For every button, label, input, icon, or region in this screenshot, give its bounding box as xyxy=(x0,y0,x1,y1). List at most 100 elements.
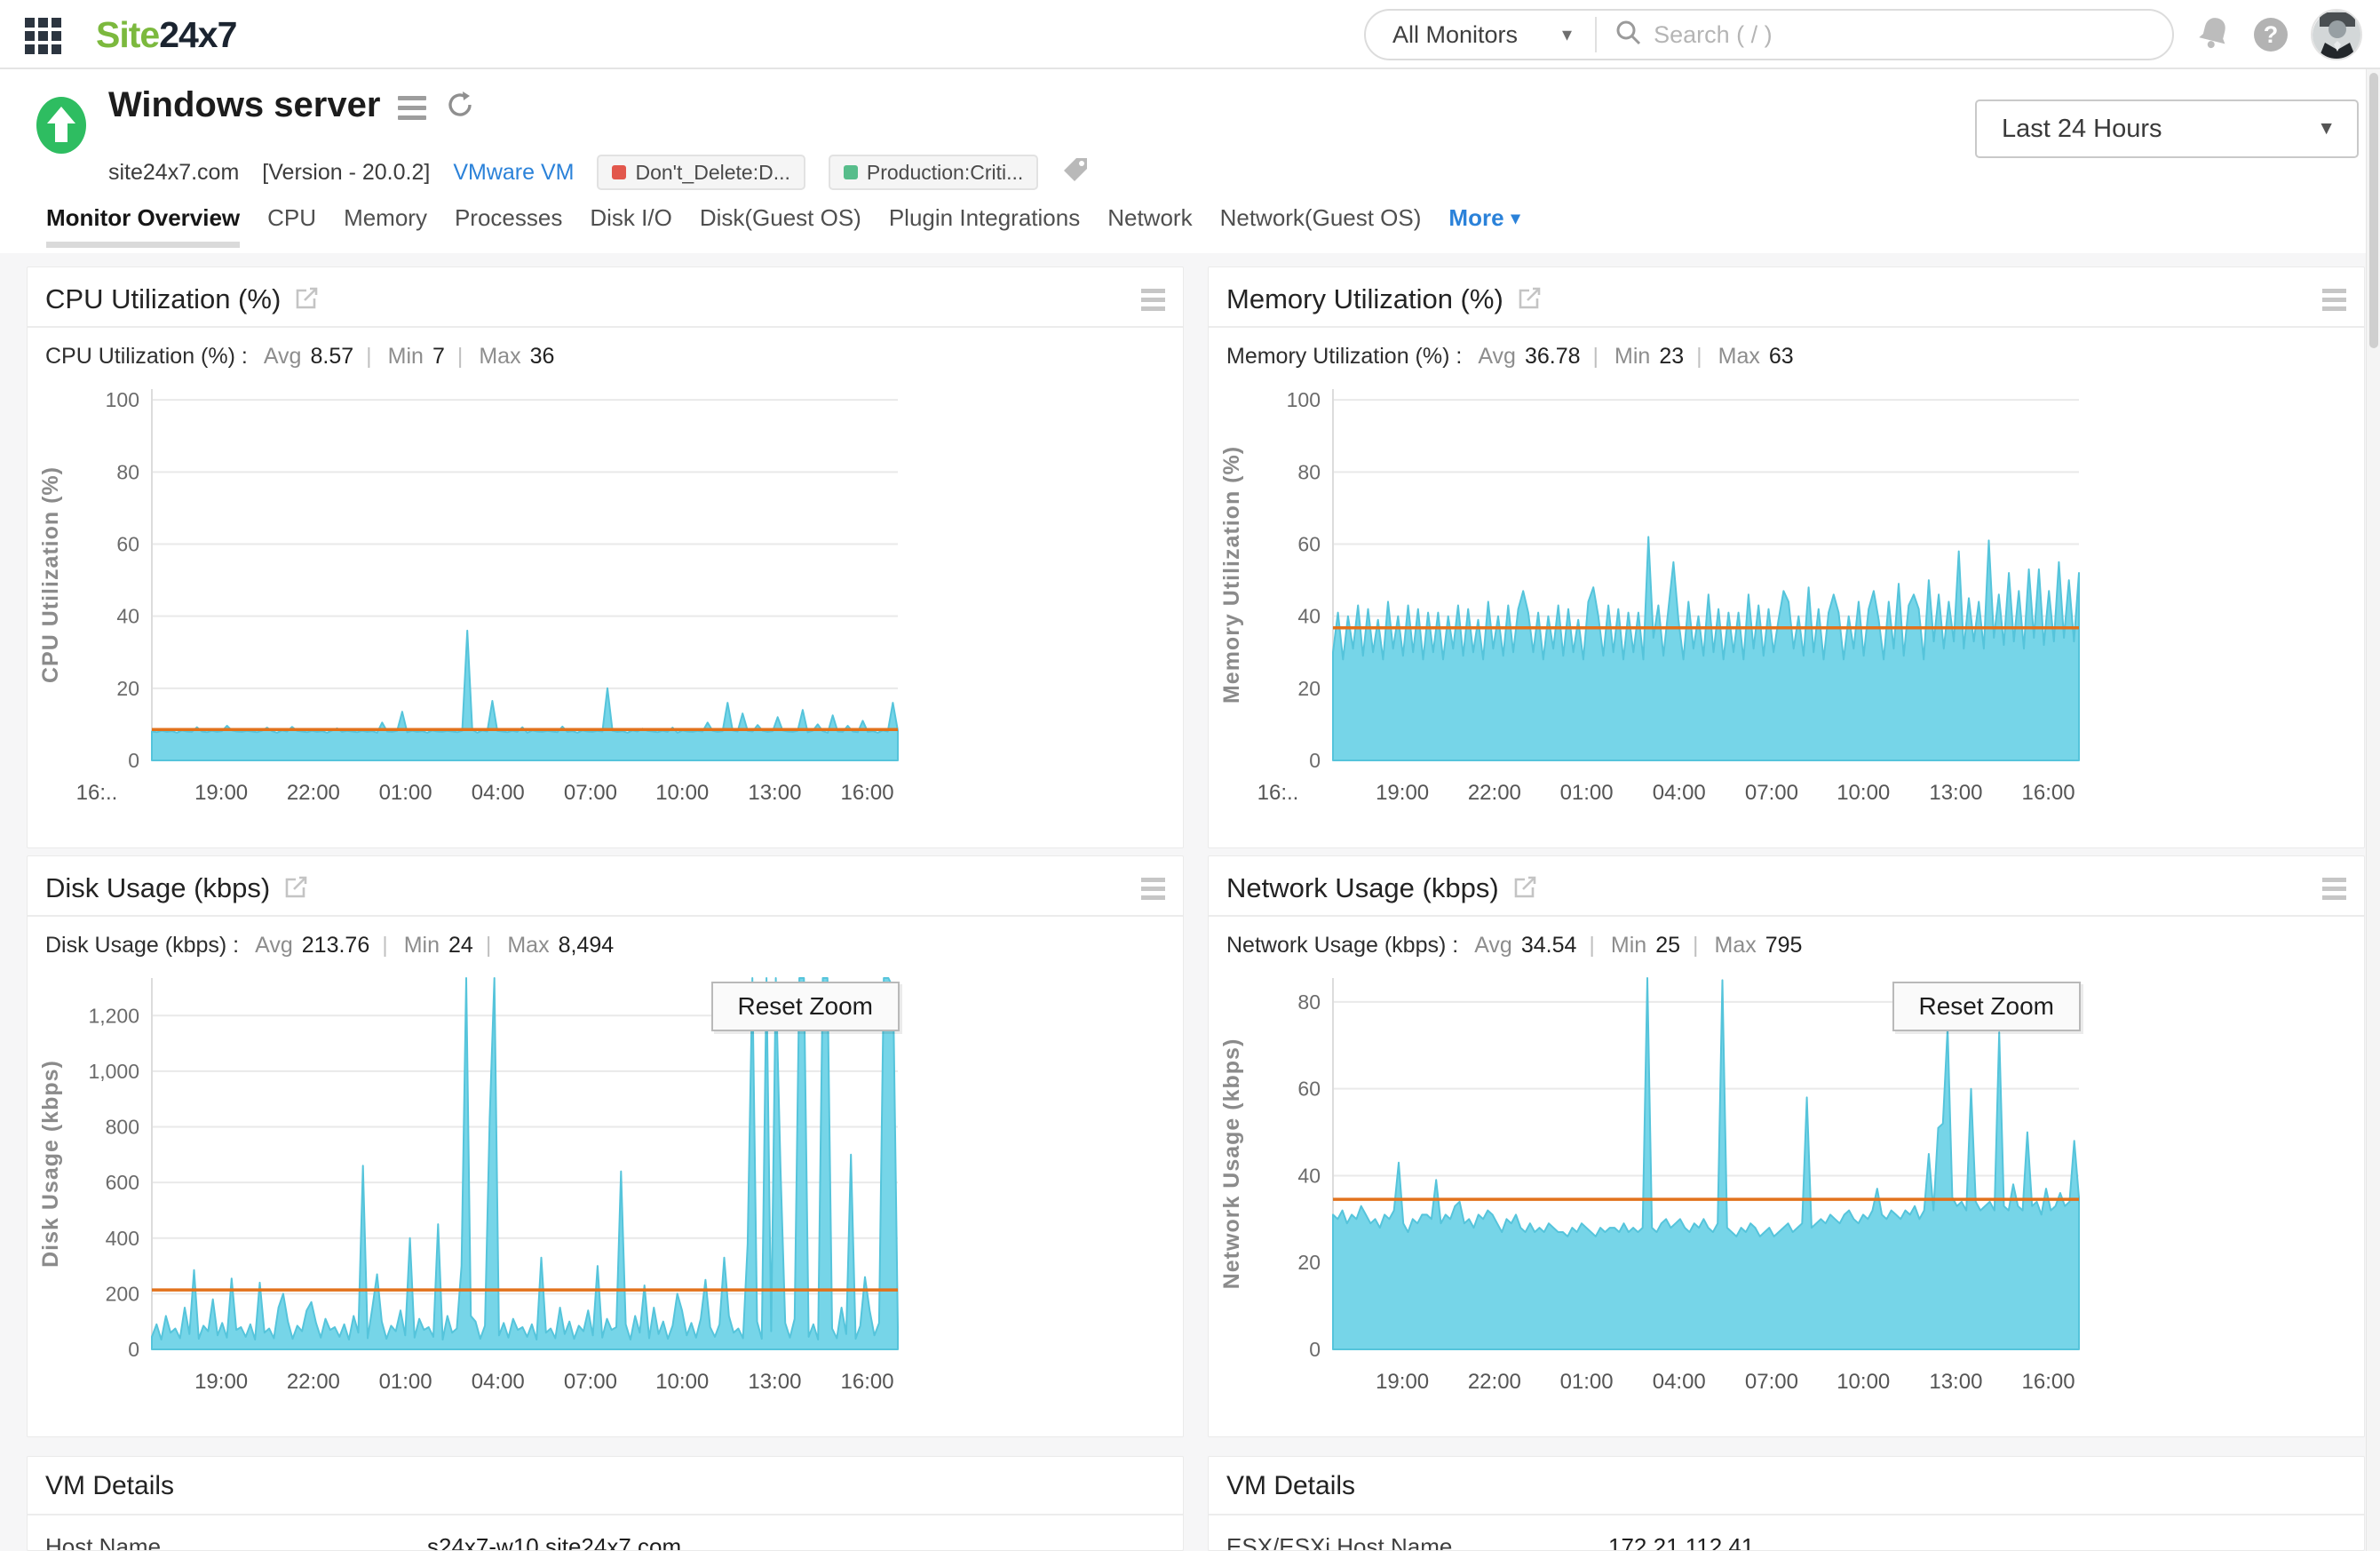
tag-label: Don't_Delete:D... xyxy=(635,160,790,184)
svg-text:10:00: 10:00 xyxy=(1837,1370,1890,1394)
tab-plugin-integrations[interactable]: Plugin Integrations xyxy=(889,204,1080,235)
panel-menu-icon[interactable] xyxy=(1141,288,1165,311)
panel-title: CPU Utilization (%) xyxy=(45,283,282,314)
time-range-select[interactable]: Last 24 Hours ▼ xyxy=(1975,99,2359,158)
max-label: Max xyxy=(1718,344,1760,369)
svg-text:07:00: 07:00 xyxy=(564,781,617,805)
svg-text:13:00: 13:00 xyxy=(748,1370,801,1394)
chevron-down-icon: ▼ xyxy=(2317,118,2336,139)
svg-text:16:..: 16:.. xyxy=(1257,781,1299,805)
logo-text-24x7: 24x7 xyxy=(159,14,237,55)
max-label: Max xyxy=(1714,933,1757,958)
monitor-menu-icon[interactable] xyxy=(398,91,427,120)
apps-grid-icon[interactable] xyxy=(25,18,61,54)
reset-zoom-button[interactable]: Reset Zoom xyxy=(1892,982,2081,1031)
tag-color-green xyxy=(843,165,858,179)
svg-text:19:00: 19:00 xyxy=(1376,781,1429,805)
user-avatar[interactable] xyxy=(2311,9,2362,60)
chart-edit-icon[interactable] xyxy=(1513,874,1538,903)
vm-details-title: VM Details xyxy=(45,1471,175,1500)
vm-row-value: 172.21.112.41 xyxy=(1608,1533,1755,1551)
svg-text:04:00: 04:00 xyxy=(1653,1370,1706,1394)
refresh-icon[interactable] xyxy=(444,85,476,125)
svg-text:16:..: 16:.. xyxy=(76,781,118,805)
tab-disk-guest-os[interactable]: Disk(Guest OS) xyxy=(700,204,861,235)
avg-value: 8.57 xyxy=(310,344,354,369)
tab-more[interactable]: More ▾ xyxy=(1448,204,1519,235)
tab-monitor-overview[interactable]: Monitor Overview xyxy=(46,204,241,248)
vm-row-label: Host Name xyxy=(45,1533,162,1551)
network-stats: Network Usage (kbps) : Avg 34.54 | Min 2… xyxy=(1209,917,2364,962)
chart-edit-icon[interactable] xyxy=(1518,285,1543,314)
chart-edit-icon[interactable] xyxy=(295,285,320,314)
tab-processes[interactable]: Processes xyxy=(455,204,562,235)
panel-menu-icon[interactable] xyxy=(2322,288,2346,311)
page-scrollbar[interactable] xyxy=(2366,69,2380,1551)
disk-usage-chart[interactable]: 0 200 400 600 800 1,000 1,200 19:00 22:00 01:00 04… xyxy=(28,966,907,1428)
svg-text:01:00: 01:00 xyxy=(1560,781,1614,805)
panel-menu-icon[interactable] xyxy=(1141,877,1165,900)
svg-text:10:00: 10:00 xyxy=(1837,781,1890,805)
memory-utilization-chart[interactable]: 0 20 40 60 80 100 16:.. 19:00 22:00 01:00 04:00 07:… xyxy=(1209,377,2088,839)
tag-icon[interactable] xyxy=(1061,155,1090,190)
svg-text:Network Usage (kbps): Network Usage (kbps) xyxy=(1219,1038,1244,1290)
stat-label: CPU Utilization (%) : xyxy=(45,344,248,369)
vmware-vm-link[interactable]: VMware VM xyxy=(453,160,574,186)
vm-row-value: s24x7-w10.site24x7.com xyxy=(427,1533,682,1551)
tag-chip-production[interactable]: Production:Criti... xyxy=(828,155,1039,190)
nav-right-cluster: All Monitors ▾ ? xyxy=(1364,0,2362,69)
chart-edit-icon[interactable] xyxy=(284,874,309,903)
svg-text:13:00: 13:00 xyxy=(748,781,801,805)
monitor-tabs: Monitor Overview CPU Memory Processes Di… xyxy=(46,204,1520,248)
more-label: More xyxy=(1448,204,1504,231)
tab-network-guest-os[interactable]: Network(Guest OS) xyxy=(1220,204,1422,235)
svg-text:04:00: 04:00 xyxy=(1653,781,1706,805)
monitor-meta: site24x7.com [Version - 20.0.2] VMware V… xyxy=(108,155,1090,190)
tab-disk-io[interactable]: Disk I/O xyxy=(590,204,671,235)
svg-text:100: 100 xyxy=(106,388,139,411)
search-combo: All Monitors ▾ xyxy=(1364,9,2174,60)
tab-memory[interactable]: Memory xyxy=(344,204,427,235)
site24x7-logo[interactable]: Site24x7 xyxy=(96,14,237,56)
svg-text:60: 60 xyxy=(1297,533,1321,556)
notifications-bell-icon[interactable] xyxy=(2197,14,2231,56)
tab-cpu[interactable]: CPU xyxy=(267,204,316,235)
separator: | xyxy=(1589,933,1595,958)
panel-vm-details-right: VM Details ESX/ESXi Host Name 172.21.112… xyxy=(1208,1456,2365,1551)
svg-text:1,000: 1,000 xyxy=(88,1060,139,1083)
min-value: 23 xyxy=(1659,344,1685,369)
panel-menu-icon[interactable] xyxy=(2322,877,2346,900)
svg-text:10:00: 10:00 xyxy=(655,781,709,805)
reset-zoom-button[interactable]: Reset Zoom xyxy=(710,982,900,1031)
min-value: 24 xyxy=(448,933,473,958)
monitor-host: site24x7.com xyxy=(108,159,240,185)
scrollbar-thumb[interactable] xyxy=(2369,73,2378,348)
svg-text:Memory Utilization (%): Memory Utilization (%) xyxy=(1219,446,1244,704)
tab-network[interactable]: Network xyxy=(1107,204,1192,235)
panel-title: Memory Utilization (%) xyxy=(1226,283,1503,314)
network-usage-chart[interactable]: 0 20 40 60 80 19:00 22:00 01:00 04:00 07:00 10:00 1… xyxy=(1209,966,2088,1428)
separator: | xyxy=(1696,344,1702,369)
vm-details-title: VM Details xyxy=(1226,1471,1356,1500)
help-icon[interactable]: ? xyxy=(2254,18,2288,52)
memory-stats: Memory Utilization (%) : Avg 36.78 | Min… xyxy=(1209,328,2364,373)
min-label: Min xyxy=(387,344,424,369)
cpu-utilization-chart[interactable]: 0 20 40 60 80 100 16:.. 19:00 22:00 01:00 04:00 07:… xyxy=(28,377,907,839)
chart-svg: 0 20 40 60 80 100 16:.. 19:00 22:00 01:00 04:00 07:… xyxy=(1219,388,2080,805)
vm-detail-row: ESX/ESXi Host Name 172.21.112.41 xyxy=(1209,1515,2364,1551)
monitors-dropdown[interactable]: All Monitors ▾ xyxy=(1366,21,1595,49)
search-input[interactable] xyxy=(1643,20,2172,49)
svg-text:200: 200 xyxy=(106,1282,139,1305)
svg-text:0: 0 xyxy=(1309,749,1321,772)
panel-memory-utilization: Memory Utilization (%) Memory Utilizatio… xyxy=(1208,266,2365,848)
panel-cpu-utilization: CPU Utilization (%) CPU Utilization (%) … xyxy=(27,266,1184,848)
svg-text:400: 400 xyxy=(106,1227,139,1250)
svg-text:04:00: 04:00 xyxy=(472,1370,525,1394)
max-label: Max xyxy=(479,344,521,369)
monitors-dropdown-label: All Monitors xyxy=(1392,20,1519,48)
svg-text:600: 600 xyxy=(106,1171,139,1194)
tag-color-red xyxy=(612,165,627,179)
svg-text:20: 20 xyxy=(116,677,139,700)
top-nav: Site24x7 All Monitors ▾ ? xyxy=(0,0,2380,69)
tag-chip-dont-delete[interactable]: Don't_Delete:D... xyxy=(597,155,805,190)
